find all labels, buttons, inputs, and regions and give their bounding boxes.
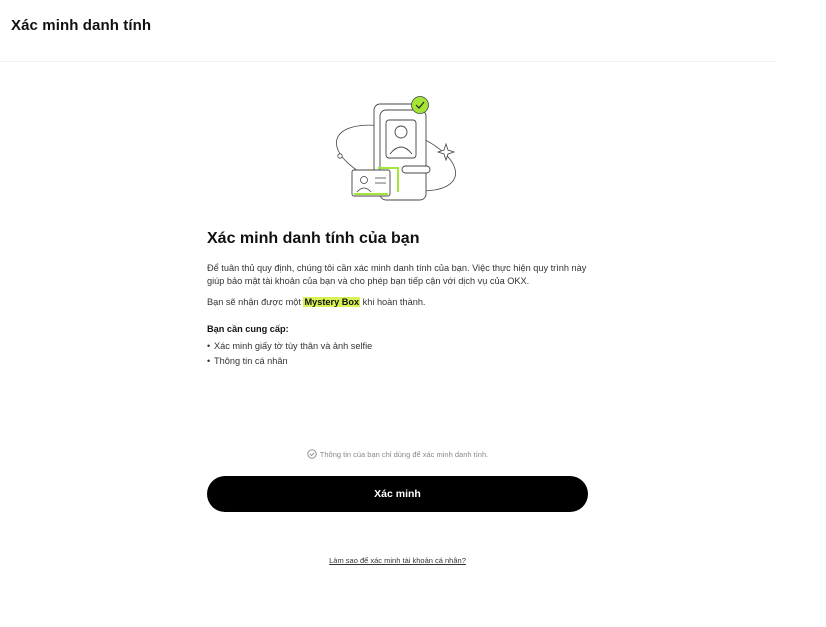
mystery-box-highlight: Mystery Box [303, 297, 361, 307]
page: Xác minh danh tính Xác minh danh tính củ… [0, 0, 826, 627]
reward-suffix: khi hoàn thành. [360, 297, 426, 307]
id-verification-illustration [330, 92, 470, 208]
page-title: Xác minh danh tính [11, 17, 152, 34]
reward-prefix: Bạn sẽ nhận được một [207, 297, 304, 307]
privacy-note: Thông tin của bạn chỉ dùng để xác minh d… [207, 449, 588, 461]
verification-content: Xác minh danh tính của bạn Để tuân thủ q… [207, 230, 588, 369]
requirements-title: Bạn cần cung cấp: [207, 324, 289, 334]
help-link[interactable]: Làm sao để xác minh tài khoản cá nhân? [207, 556, 588, 565]
verify-button[interactable]: Xác minh [207, 476, 588, 512]
header-divider [0, 61, 776, 62]
shield-check-icon [307, 449, 317, 461]
requirements-list: Xác minh giấy tờ tùy thân và ảnh selfie … [207, 339, 588, 369]
requirement-item: Xác minh giấy tờ tùy thân và ảnh selfie [207, 339, 588, 354]
description-text: Để tuân thủ quy định, chúng tôi cần xác … [207, 263, 587, 286]
requirement-item: Thông tin cá nhân [207, 354, 588, 369]
section-title: Xác minh danh tính của bạn [207, 230, 420, 247]
privacy-note-text: Thông tin của bạn chỉ dùng để xác minh d… [319, 450, 489, 459]
reward-text: Bạn sẽ nhận được một Mystery Box khi hoà… [207, 297, 588, 307]
